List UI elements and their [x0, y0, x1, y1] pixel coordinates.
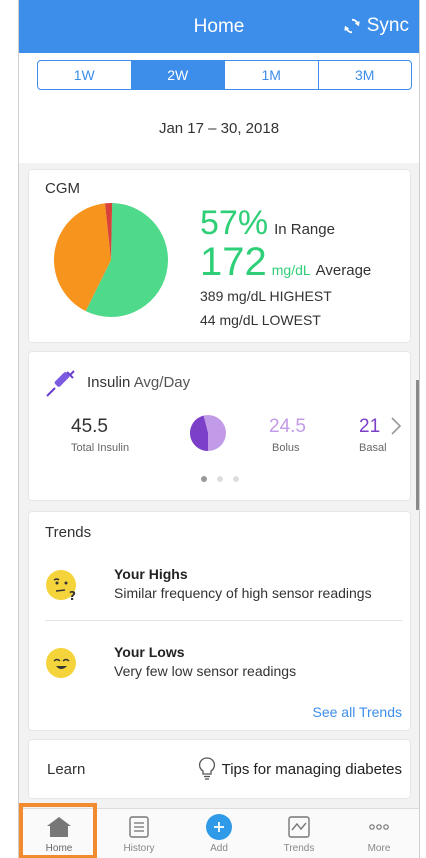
range-option-1m[interactable]: 1M	[225, 61, 319, 89]
tips-label: Tips for managing diabetes	[221, 760, 402, 778]
trends-card-title: Trends	[45, 524, 92, 541]
average-stat: 172 mg/dL Average	[200, 240, 371, 285]
average-label: Average	[315, 262, 372, 279]
page-dot[interactable]	[232, 476, 239, 482]
average-value: 172	[200, 240, 267, 284]
tab-label: Add	[210, 843, 228, 854]
total-insulin-value: 45.5	[71, 416, 108, 437]
sync-label: Sync	[366, 15, 409, 36]
in-range-label: In Range	[274, 221, 335, 238]
tab-home[interactable]: Home	[19, 809, 99, 858]
range-option-3m[interactable]: 3M	[319, 61, 412, 89]
carousel-page-indicator	[29, 476, 410, 482]
tips-link[interactable]: Tips for managing diabetes	[198, 756, 402, 782]
cgm-card[interactable]: CGM 57% In Range 172 mg/dL Average 389 m…	[29, 170, 410, 342]
lowest-reading: 44 mg/dL LOWEST	[200, 312, 321, 328]
chevron-right-icon[interactable]	[390, 416, 402, 436]
top-bar: Home Sync	[19, 0, 419, 53]
page-dot[interactable]	[216, 476, 223, 482]
tab-label: More	[367, 843, 391, 854]
insulin-subtitle: Avg/Day	[133, 374, 191, 391]
trend-item-lows[interactable]: Your Lows Very few low sensor readings	[45, 642, 405, 692]
plus-icon	[206, 814, 232, 840]
page-dot[interactable]	[200, 476, 207, 482]
in-range-stat: 57% In Range	[200, 204, 335, 243]
insulin-title: Insulin	[87, 374, 131, 391]
date-range-label: Jan 17 – 30, 2018	[158, 120, 280, 137]
basal-label: Basal	[359, 442, 387, 454]
bolus-basal-ratio-chart	[190, 415, 226, 451]
trend-description: Similar frequency of high sensor reading…	[114, 585, 372, 601]
trend-title: Your Highs	[114, 566, 188, 582]
in-range-percent: 57%	[200, 204, 269, 242]
highest-reading: 389 mg/dL HIGHEST	[200, 288, 332, 304]
insulin-card-title: Insulin Avg/Day	[87, 374, 190, 391]
tab-add[interactable]: Add	[179, 809, 259, 858]
tab-more[interactable]: More	[339, 809, 419, 858]
scrollbar[interactable]	[416, 380, 419, 510]
trend-description: Very few low sensor readings	[114, 663, 297, 679]
bolus-label: Bolus	[272, 442, 300, 454]
divider	[45, 620, 402, 621]
thinking-face-icon: ?	[46, 570, 76, 602]
tab-label: Home	[45, 843, 73, 854]
sync-button[interactable]: Sync	[343, 15, 409, 37]
list-icon	[129, 816, 149, 838]
range-selector-panel: 1W 2W 1M 3M Jan 17 – 30, 2018	[19, 53, 419, 163]
trend-item-highs[interactable]: ? Your Highs Similar frequency of high s…	[45, 564, 405, 614]
bolus-value: 24.5	[269, 416, 306, 437]
svg-text:?: ?	[69, 589, 76, 602]
see-all-trends-link[interactable]: See all Trends	[313, 704, 403, 720]
cgm-card-title: CGM	[45, 180, 80, 197]
bottom-tab-bar: Home History Add Trends More	[19, 808, 419, 858]
home-icon	[47, 817, 71, 837]
trend-title: Your Lows	[114, 644, 185, 660]
tab-label: Trends	[283, 843, 315, 854]
lightbulb-icon	[198, 757, 215, 780]
sync-icon	[344, 18, 360, 34]
range-option-2w[interactable]: 2W	[131, 61, 225, 89]
average-unit: mg/dL	[271, 262, 311, 278]
tab-history[interactable]: History	[99, 809, 179, 858]
more-dots-icon	[369, 824, 389, 830]
tab-trends[interactable]: Trends	[259, 809, 339, 858]
learn-card-title: Learn	[47, 761, 86, 778]
total-insulin-label: Total Insulin	[71, 442, 130, 454]
range-option-1w[interactable]: 1W	[38, 61, 132, 89]
smiling-face-icon	[46, 648, 76, 678]
insulin-card[interactable]: Insulin Avg/Day 45.5 Total Insulin 24.5 …	[29, 352, 410, 500]
trends-card: Trends ? Your Highs Similar frequency of…	[29, 512, 410, 730]
learn-card: Learn Tips for managing diabetes	[29, 740, 410, 798]
syringe-icon	[46, 370, 75, 397]
app-frame: Home Sync 1W 2W 1M 3M Jan 17 – 30, 2018 …	[18, 0, 420, 858]
tab-label: History	[123, 843, 155, 854]
basal-value: 21	[359, 416, 381, 437]
range-segmented-control: 1W 2W 1M 3M	[37, 60, 412, 90]
cgm-pie-chart	[54, 203, 169, 317]
trend-chart-icon	[288, 816, 310, 838]
